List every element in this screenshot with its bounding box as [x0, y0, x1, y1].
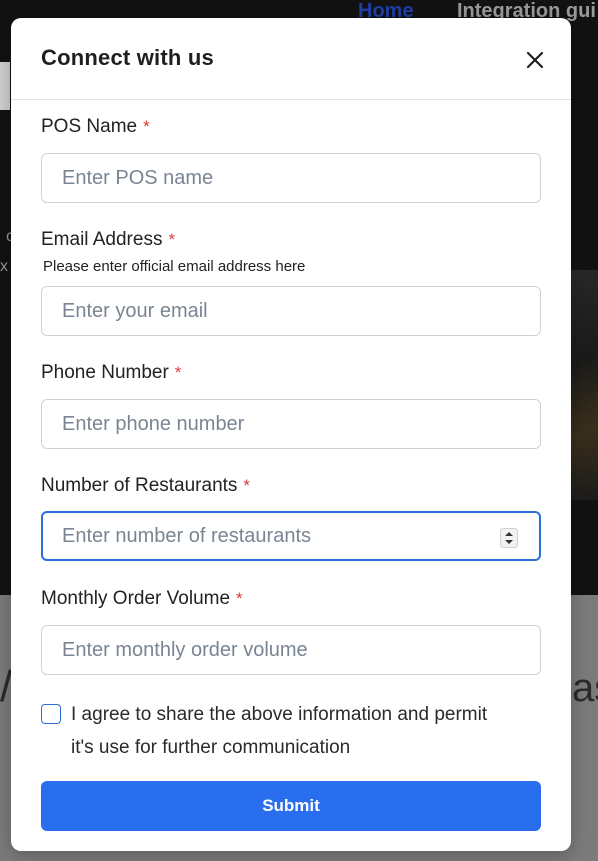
phone-label-text: Phone Number	[41, 362, 169, 383]
agreement-row: I agree to share the above information a…	[41, 698, 541, 768]
restaurants-label: Number of Restaurants *	[41, 475, 250, 497]
email-helper-text: Please enter official email address here	[43, 258, 306, 275]
close-icon	[526, 51, 544, 69]
required-mark: *	[243, 476, 251, 495]
connect-modal: Connect with us POS Name * Email Address *…	[11, 18, 571, 851]
required-mark: *	[174, 363, 182, 382]
pos-name-label-text: POS Name	[41, 116, 138, 137]
close-button[interactable]	[523, 48, 547, 72]
modal-title: Connect with us	[41, 45, 214, 70]
required-mark: *	[143, 117, 150, 136]
restaurants-number-input[interactable]	[41, 511, 541, 561]
restaurants-label-text: Number of Restaurants	[41, 475, 238, 496]
required-mark: *	[168, 230, 176, 249]
hero-letter-fragment	[0, 62, 10, 110]
hero-text-fragment: x	[0, 258, 8, 275]
required-mark: *	[236, 589, 243, 608]
email-label-text: Email Address	[41, 229, 163, 250]
email-input[interactable]	[41, 286, 541, 336]
monthly-volume-label-text: Monthly Order Volume	[41, 588, 231, 609]
phone-label: Phone Number *	[41, 362, 181, 384]
agree-checkbox[interactable]	[41, 704, 61, 724]
pos-name-label: POS Name *	[41, 116, 150, 138]
stepper-arrows-icon	[500, 528, 518, 548]
modal-header: Connect with us	[11, 18, 571, 100]
pos-name-input[interactable]	[41, 153, 541, 203]
number-stepper[interactable]	[500, 528, 518, 548]
monthly-volume-label: Monthly Order Volume *	[41, 588, 243, 610]
submit-button[interactable]: Submit	[41, 781, 541, 831]
monthly-volume-input[interactable]	[41, 625, 541, 675]
phone-input[interactable]	[41, 399, 541, 449]
email-label: Email Address *	[41, 229, 175, 251]
agree-text: I agree to share the above information a…	[71, 704, 488, 758]
section-heading-fragment: as	[572, 666, 598, 710]
